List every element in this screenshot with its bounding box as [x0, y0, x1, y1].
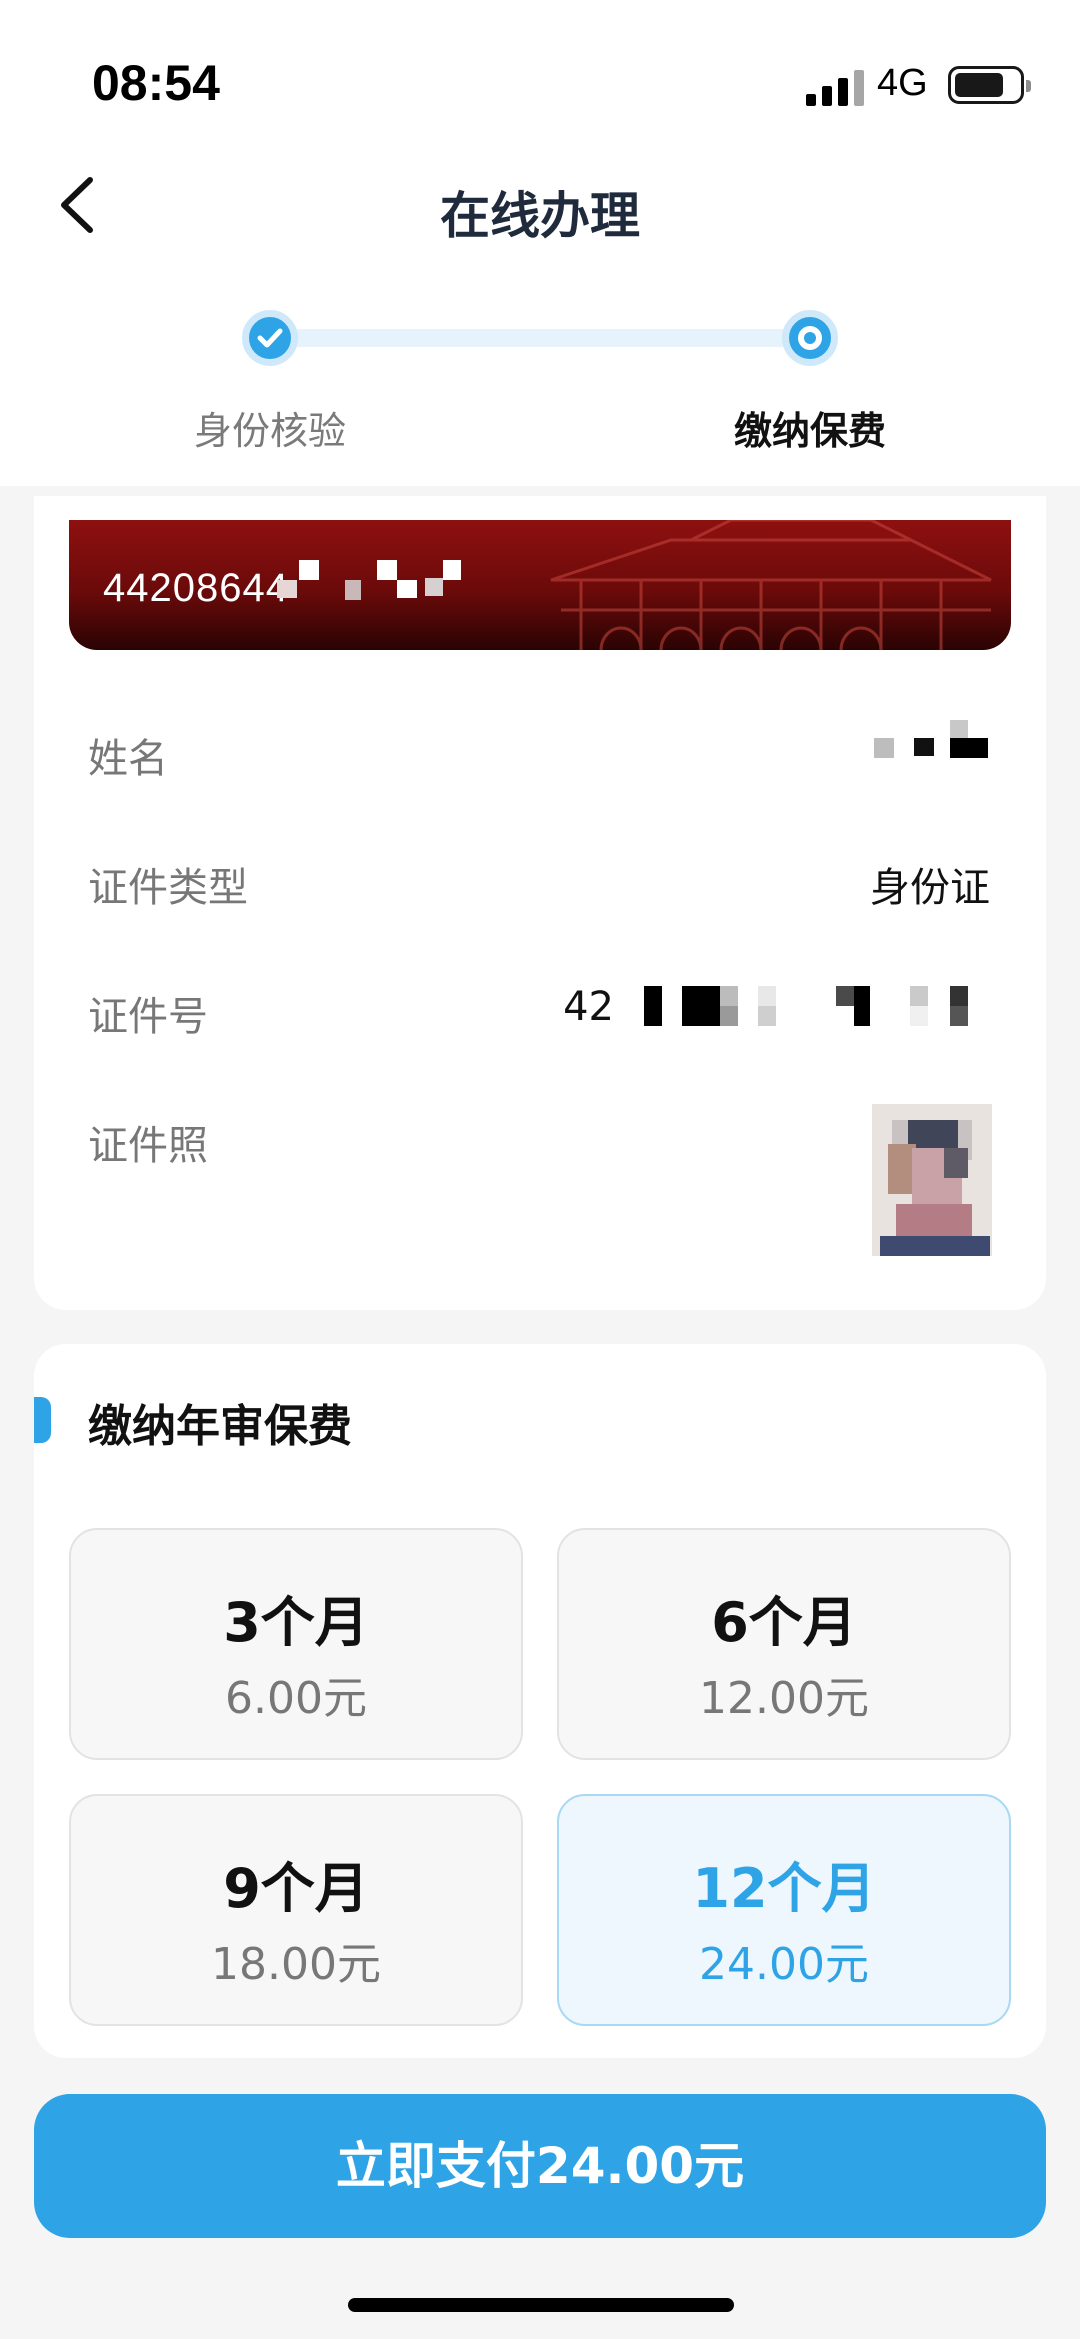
- step-done-indicator: [242, 310, 298, 366]
- id-photo-thumbnail[interactable]: [872, 1104, 992, 1256]
- row-label-id-type: 证件类型: [88, 865, 248, 911]
- battery-icon: [948, 66, 1031, 104]
- page-title: 在线办理: [440, 187, 640, 245]
- check-icon: [257, 328, 283, 348]
- network-label: 4G: [877, 62, 928, 104]
- tiananmen-emblem-icon: [550, 520, 992, 650]
- status-time: 08:54: [92, 55, 220, 111]
- option-duration: 12个月: [692, 1857, 876, 1920]
- fee-option-6-months[interactable]: 6个月 12.00元: [557, 1528, 1011, 1760]
- option-price: 12.00元: [699, 1673, 869, 1724]
- signal-icon: [806, 68, 864, 106]
- row-label-id-number: 证件号: [88, 994, 208, 1040]
- step-progress-track: [270, 329, 810, 347]
- step-label-pay: 缴纳保费: [733, 409, 886, 453]
- section-accent-bar: [34, 1397, 51, 1443]
- id-number-value: 42: [563, 984, 614, 1030]
- fee-section-title: 缴纳年审保费: [88, 1401, 352, 1452]
- option-duration: 3个月: [223, 1591, 369, 1654]
- id-type-value: 身份证: [870, 865, 990, 911]
- name-mosaic: [874, 720, 990, 760]
- pay-now-button[interactable]: 立即支付24.00元: [34, 2094, 1046, 2238]
- option-duration: 6个月: [711, 1591, 857, 1654]
- option-price: 6.00元: [225, 1673, 367, 1724]
- step-label-verify: 身份核验: [193, 409, 346, 453]
- option-price: 24.00元: [699, 1939, 869, 1990]
- id-number-mosaic: [277, 560, 479, 610]
- option-price: 18.00元: [211, 1939, 381, 1990]
- fee-option-12-months[interactable]: 12个月 24.00元: [557, 1794, 1011, 2026]
- id-card-number: 44208644: [103, 566, 289, 610]
- id-card-image: 44208644: [69, 520, 1011, 650]
- row-label-name: 姓名: [88, 736, 168, 782]
- fee-option-3-months[interactable]: 3个月 6.00元: [69, 1528, 523, 1760]
- fee-option-9-months[interactable]: 9个月 18.00元: [69, 1794, 523, 2026]
- row-label-id-photo: 证件照: [88, 1123, 208, 1169]
- option-duration: 9个月: [223, 1857, 369, 1920]
- step-current-indicator: [782, 310, 838, 366]
- id-number-value-mosaic: [640, 986, 980, 1028]
- home-indicator[interactable]: [348, 2298, 734, 2312]
